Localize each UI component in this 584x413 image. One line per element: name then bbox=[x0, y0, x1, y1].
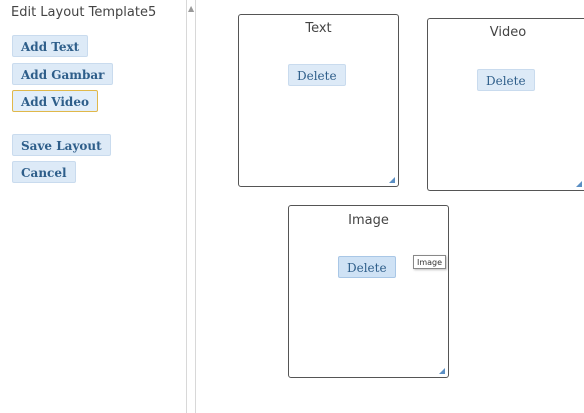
sidebar: Edit Layout Template5 Add Text Add Gamba… bbox=[0, 0, 186, 413]
scroll-up-arrow-icon[interactable]: ▲ bbox=[188, 5, 194, 13]
resize-handle-icon[interactable] bbox=[576, 181, 582, 187]
text-delete-button[interactable]: Delete bbox=[288, 64, 346, 86]
tooltip: Image bbox=[413, 255, 447, 269]
image-box[interactable]: Image Delete Image bbox=[288, 205, 449, 378]
resize-handle-icon[interactable] bbox=[439, 368, 445, 374]
text-box-label: Text bbox=[305, 21, 332, 36]
add-text-button[interactable]: Add Text bbox=[12, 35, 89, 57]
page-title: Edit Layout Template5 bbox=[11, 5, 157, 20]
resize-handle-icon[interactable] bbox=[389, 177, 395, 183]
save-layout-button[interactable]: Save Layout bbox=[12, 134, 111, 156]
add-video-button[interactable]: Add Video bbox=[12, 90, 98, 112]
video-box-label: Video bbox=[489, 25, 527, 40]
video-delete-button[interactable]: Delete bbox=[477, 69, 535, 91]
video-box[interactable]: Video Delete bbox=[427, 18, 584, 191]
cancel-button[interactable]: Cancel bbox=[12, 161, 76, 183]
sidebar-scrollbar[interactable]: ▲ bbox=[186, 0, 196, 413]
image-delete-button[interactable]: Delete bbox=[338, 256, 396, 278]
text-box[interactable]: Text Delete bbox=[238, 14, 399, 187]
layout-canvas: Text Delete Video Delete Image Delete Im… bbox=[197, 0, 584, 413]
add-gambar-button[interactable]: Add Gambar bbox=[12, 63, 114, 85]
image-box-label: Image bbox=[348, 213, 389, 228]
